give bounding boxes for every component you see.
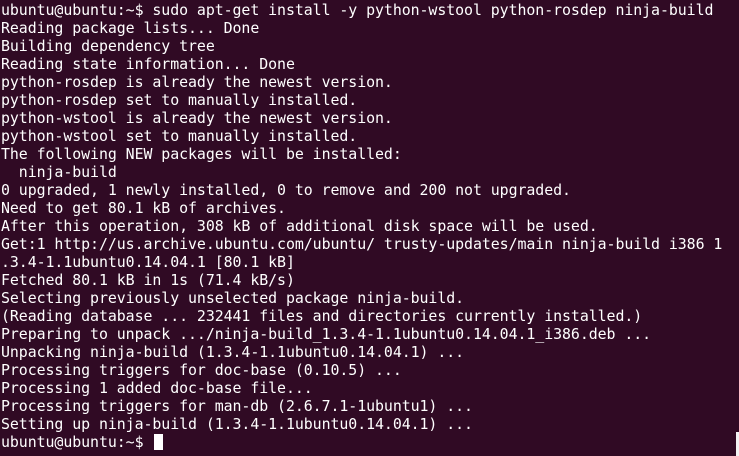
output-line: Unpacking ninja-build (1.3.4-1.1ubuntu0.… xyxy=(1,343,465,361)
output-line: Need to get 80.1 kB of archives. xyxy=(1,199,286,217)
output-line: Setting up ninja-build (1.3.4-1.1ubuntu0… xyxy=(1,415,473,433)
text-cursor xyxy=(154,434,164,450)
output-line: Processing triggers for doc-base (0.10.5… xyxy=(1,361,402,379)
output-line: python-rosdep set to manually installed. xyxy=(1,91,358,109)
output-line: Reading package lists... Done xyxy=(1,19,260,37)
output-line: Selecting previously unselected package … xyxy=(1,289,465,307)
output-line: Processing 1 added doc-base file... xyxy=(1,379,313,397)
output-line: Preparing to unpack .../ninja-build_1.3.… xyxy=(1,325,652,343)
output-line: After this operation, 308 kB of addition… xyxy=(1,217,598,235)
output-line: 0 upgraded, 1 newly installed, 0 to remo… xyxy=(1,181,571,199)
prompt-line[interactable]: ubuntu@ubuntu:~$ xyxy=(1,433,739,451)
output-line: python-rosdep is already the newest vers… xyxy=(1,73,393,91)
output-line: The following NEW packages will be insta… xyxy=(1,145,402,163)
output-line: (Reading database ... 232441 files and d… xyxy=(1,307,643,325)
output-line: Processing triggers for man-db (2.6.7.1-… xyxy=(1,397,473,415)
output-line: Fetched 80.1 kB in 1s (71.4 kB/s) xyxy=(1,271,295,289)
shell-prompt: ubuntu@ubuntu:~$ xyxy=(1,433,153,451)
output-line: ubuntu@ubuntu:~$ sudo apt-get install -y… xyxy=(1,1,714,19)
terminal-window[interactable]: ubuntu@ubuntu:~$ sudo apt-get install -y… xyxy=(0,0,739,456)
output-line: ninja-build xyxy=(1,163,117,181)
terminal-output: ubuntu@ubuntu:~$ sudo apt-get install -y… xyxy=(1,1,739,451)
output-line: python-wstool set to manually installed. xyxy=(1,127,358,145)
output-line: Reading state information... Done xyxy=(1,55,295,73)
output-line: Get:1 http://us.archive.ubuntu.com/ubunt… xyxy=(1,235,723,253)
output-line: .3.4-1.1ubuntu0.14.04.1 [80.1 kB] xyxy=(1,253,295,271)
output-line: Building dependency tree xyxy=(1,37,215,55)
output-line: python-wstool is already the newest vers… xyxy=(1,109,393,127)
